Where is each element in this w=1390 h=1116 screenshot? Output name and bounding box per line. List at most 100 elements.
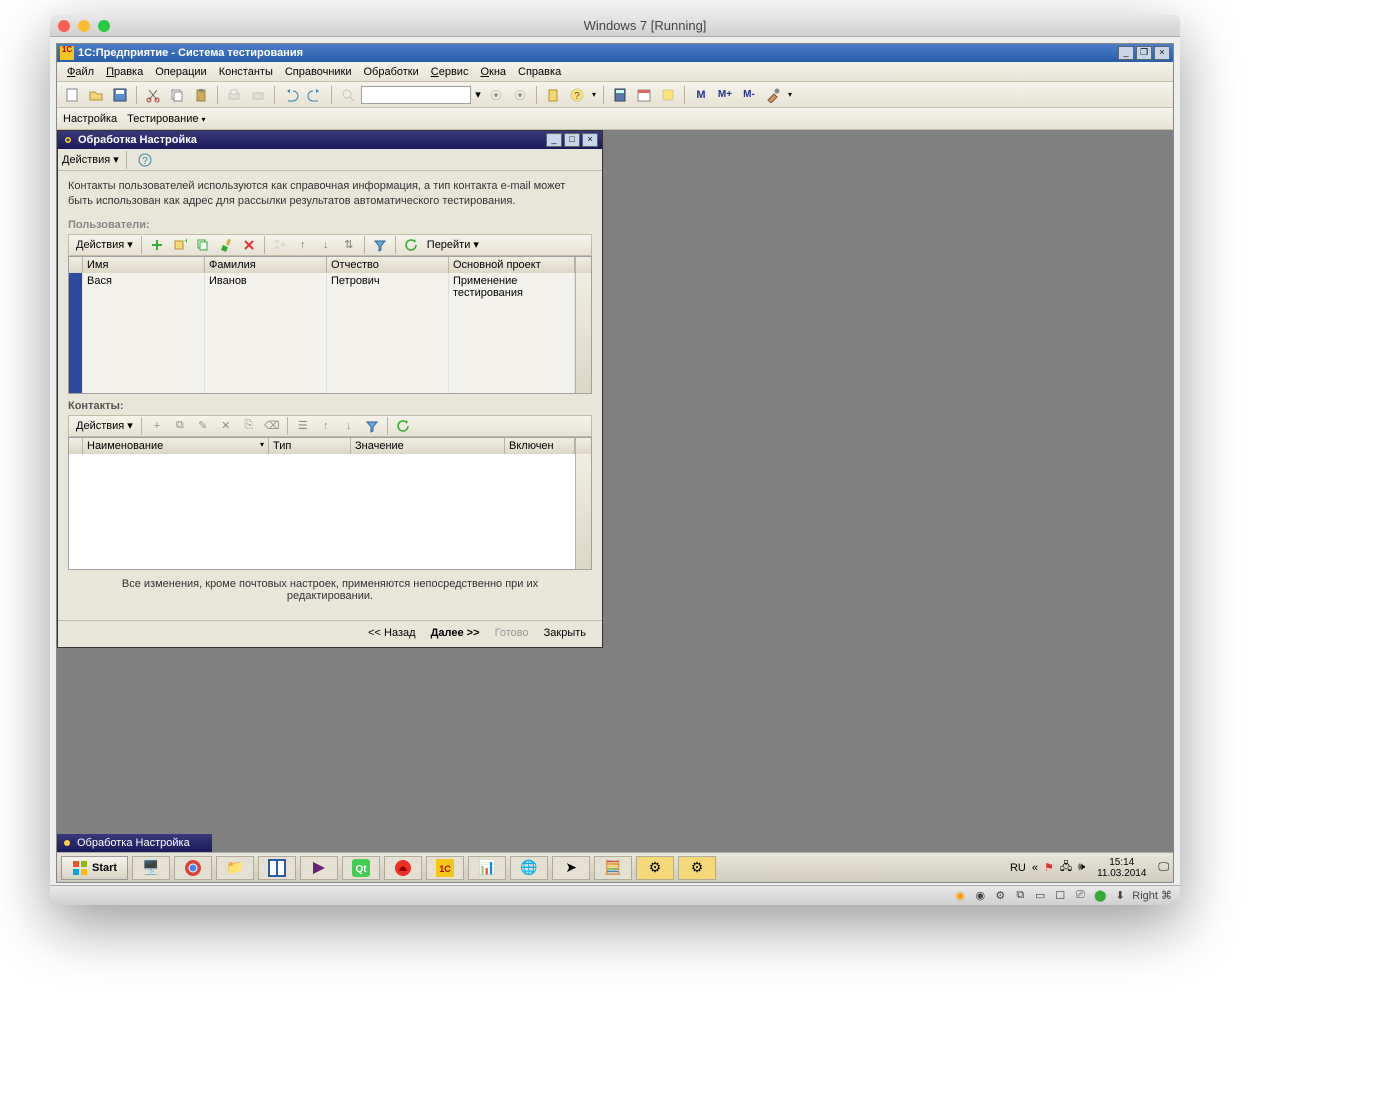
- calendar-icon[interactable]: [633, 84, 655, 106]
- add-group-icon[interactable]: +: [169, 234, 191, 256]
- tray-flag-icon[interactable]: ⚑: [1044, 861, 1054, 874]
- cell-name[interactable]: Вася: [83, 273, 205, 393]
- tools-icon[interactable]: [762, 84, 784, 106]
- app-restore-button[interactable]: ❐: [1136, 46, 1152, 60]
- menu-operations[interactable]: Операции: [149, 64, 212, 80]
- dialog-maximize-button[interactable]: □: [564, 133, 580, 147]
- start-button[interactable]: Start: [61, 856, 128, 880]
- c-edit-icon[interactable]: ✎: [192, 415, 214, 437]
- col-title[interactable]: Наименование▾: [83, 438, 269, 454]
- menu-file[interactable]: Файл: [61, 64, 100, 80]
- close-button[interactable]: Закрыть: [538, 627, 592, 639]
- mac-minimize-button[interactable]: [78, 20, 90, 32]
- tb-arrow-icon[interactable]: ➤: [552, 856, 590, 880]
- c-dn-icon[interactable]: ↓: [338, 415, 360, 437]
- tb-totalcmd-icon[interactable]: [258, 856, 296, 880]
- app-close-button[interactable]: ×: [1154, 46, 1170, 60]
- col-value[interactable]: Значение: [351, 438, 505, 454]
- contacts-grid[interactable]: Наименование▾ Тип Значение Включен: [68, 437, 592, 570]
- tb-1c-icon[interactable]: 1C: [426, 856, 464, 880]
- undo-icon[interactable]: [280, 84, 302, 106]
- c-x-icon[interactable]: ⌫: [261, 415, 283, 437]
- tb-lang[interactable]: RU: [1010, 862, 1026, 874]
- delete-mark-icon[interactable]: [238, 234, 260, 256]
- menu-service[interactable]: Сервис: [425, 64, 475, 80]
- tb-files-icon[interactable]: 📁: [216, 856, 254, 880]
- new-icon[interactable]: [61, 84, 83, 106]
- vm-win-icon[interactable]: ☐: [1052, 889, 1068, 903]
- tb-clock[interactable]: 15:1411.03.2014: [1091, 857, 1152, 879]
- users-grid[interactable]: Имя Фамилия Отчество Основной проект Вас…: [68, 256, 592, 394]
- cut-icon[interactable]: [142, 84, 164, 106]
- m-minus-icon[interactable]: M-: [738, 84, 760, 106]
- back-button[interactable]: << Назад: [362, 627, 421, 639]
- props-icon[interactable]: [657, 84, 679, 106]
- find-icon[interactable]: [337, 84, 359, 106]
- m-plus-icon[interactable]: M+: [714, 84, 736, 106]
- mac-maximize-button[interactable]: [98, 20, 110, 32]
- col-patronymic[interactable]: Отчество: [327, 257, 449, 273]
- next-button[interactable]: Далее >>: [425, 627, 486, 639]
- c-filter-icon[interactable]: [361, 415, 383, 437]
- find-prev-icon[interactable]: ⦿: [485, 84, 507, 106]
- goto-menu[interactable]: Перейти ▾: [423, 238, 483, 251]
- col-name[interactable]: Имя: [83, 257, 205, 273]
- redo-icon[interactable]: [304, 84, 326, 106]
- cell-project[interactable]: Применение тестирования: [449, 273, 575, 393]
- calc-icon[interactable]: [609, 84, 631, 106]
- tb-app1-icon[interactable]: ⚙: [636, 856, 674, 880]
- dialog-help-icon[interactable]: ?: [134, 149, 156, 171]
- tb-vs-icon[interactable]: [300, 856, 338, 880]
- scrollbar[interactable]: [575, 454, 591, 569]
- tray-net-icon[interactable]: 🖧: [1060, 858, 1072, 877]
- open-icon[interactable]: [85, 84, 107, 106]
- clipboard-icon[interactable]: [542, 84, 564, 106]
- tb-qt-icon[interactable]: Qt: [342, 856, 380, 880]
- print-preview-icon[interactable]: [247, 84, 269, 106]
- tray-vol-icon[interactable]: 🕪: [1078, 861, 1085, 874]
- dialog-minimize-button[interactable]: _: [546, 133, 562, 147]
- vm-mouse-icon[interactable]: ⎚: [1072, 889, 1088, 903]
- col-project[interactable]: Основной проект: [449, 257, 575, 273]
- vm-display-icon[interactable]: ▭: [1032, 889, 1048, 903]
- mdi-task-button[interactable]: Обработка Настройка: [57, 834, 212, 852]
- tb-delphi-icon[interactable]: [384, 856, 422, 880]
- vm-cd-icon[interactable]: ◉: [972, 889, 988, 903]
- c-h1-icon[interactable]: ☰: [292, 415, 314, 437]
- save-icon[interactable]: [109, 84, 131, 106]
- m-icon[interactable]: M: [690, 84, 712, 106]
- contacts-actions-menu[interactable]: Действия ▾: [72, 419, 137, 432]
- add-icon[interactable]: [146, 234, 168, 256]
- tb-chart-icon[interactable]: 📊: [468, 856, 506, 880]
- c-up-icon[interactable]: ↑: [315, 415, 337, 437]
- find-next-icon[interactable]: ⦿: [509, 84, 531, 106]
- c-add2-icon[interactable]: ⧉: [169, 415, 191, 437]
- users-actions-menu[interactable]: Действия ▾: [72, 238, 137, 251]
- tb-chrome-icon[interactable]: [174, 856, 212, 880]
- menu-constants[interactable]: Константы: [213, 64, 279, 80]
- move-up-icon[interactable]: ↑: [292, 234, 314, 256]
- dialog-close-button[interactable]: ×: [582, 133, 598, 147]
- col-surname[interactable]: Фамилия: [205, 257, 327, 273]
- tb-calc-icon[interactable]: 🧮: [594, 856, 632, 880]
- mac-close-button[interactable]: [58, 20, 70, 32]
- tray-monitor-icon[interactable]: 🖵: [1158, 861, 1169, 874]
- refresh-icon[interactable]: [400, 234, 422, 256]
- vm-share-icon[interactable]: ⧉: [1012, 889, 1028, 903]
- c-copy-icon[interactable]: ⎘: [238, 415, 260, 437]
- copy-row-icon[interactable]: [192, 234, 214, 256]
- vm-net-icon[interactable]: ⬤: [1092, 889, 1108, 903]
- menu-processings[interactable]: Обработки: [358, 64, 425, 80]
- cell-surname[interactable]: Иванов: [205, 273, 327, 393]
- menu-windows[interactable]: Окна: [474, 64, 512, 80]
- c-add-icon[interactable]: +: [146, 415, 168, 437]
- tb-app2-icon[interactable]: ⚙: [678, 856, 716, 880]
- tb2-testing[interactable]: Тестирование ▾: [127, 113, 205, 125]
- help-icon[interactable]: ?: [566, 84, 588, 106]
- col-enabled[interactable]: Включен: [505, 438, 575, 454]
- col-type[interactable]: Тип: [269, 438, 351, 454]
- dialog-actions-menu[interactable]: Действия ▾: [62, 153, 119, 166]
- vm-hd-icon[interactable]: ◉: [952, 889, 968, 903]
- scrollbar[interactable]: [575, 273, 591, 393]
- menu-help[interactable]: Справка: [512, 64, 567, 80]
